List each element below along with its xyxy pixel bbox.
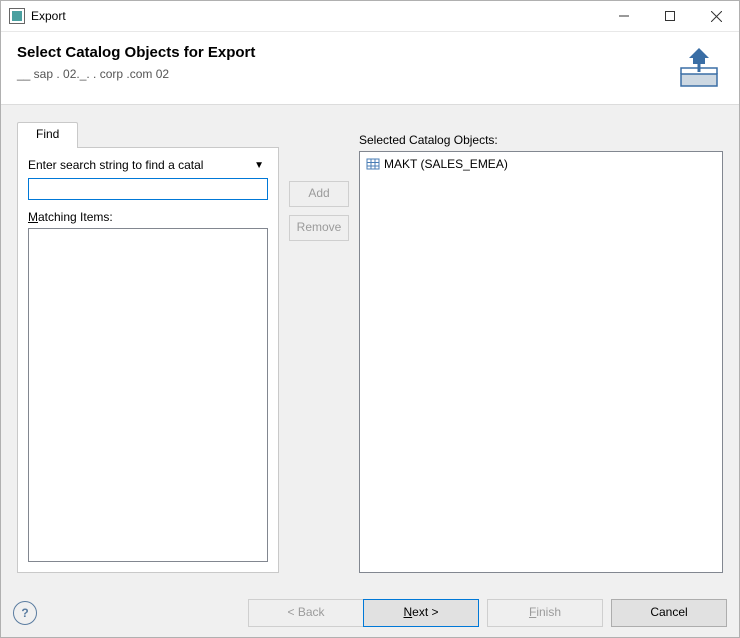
selected-label: Selected Catalog Objects: [359, 121, 723, 151]
chevron-down-icon[interactable]: ▼ [250, 160, 268, 171]
page-subtitle: __ sap . 02._. . corp .com 02 [17, 67, 667, 81]
tab-row: Find [17, 121, 279, 147]
back-button[interactable]: < Back [248, 599, 363, 627]
table-icon [366, 157, 380, 171]
finish-button[interactable]: Finish [487, 599, 603, 627]
cancel-button[interactable]: Cancel [611, 599, 727, 627]
wizard-header: Select Catalog Objects for Export __ sap… [1, 32, 739, 105]
find-column: Find Enter search string to find a catal… [17, 121, 279, 573]
minimize-button[interactable] [601, 1, 647, 31]
app-icon [9, 8, 25, 24]
selected-column: Selected Catalog Objects: MAKT (SALES_EM… [359, 121, 723, 573]
transfer-buttons: Add Remove [289, 121, 349, 573]
wizard-content: Find Enter search string to find a catal… [1, 105, 739, 589]
search-input[interactable] [28, 178, 268, 200]
export-icon [675, 44, 723, 92]
close-button[interactable] [693, 1, 739, 31]
filter-row[interactable]: Enter search string to find a catal ▼ [28, 158, 268, 172]
find-panel: Enter search string to find a catal ▼ Ma… [17, 147, 279, 573]
page-title: Select Catalog Objects for Export [17, 44, 667, 61]
list-item-label: MAKT (SALES_EMEA) [384, 157, 508, 171]
add-button[interactable]: Add [289, 181, 349, 207]
matching-items-list[interactable] [28, 228, 268, 562]
matching-items-label: Matching Items: [28, 210, 268, 224]
tab-find[interactable]: Find [17, 122, 78, 148]
filter-description: Enter search string to find a catal [28, 158, 250, 172]
export-wizard-window: Export Select Catalog Objects for Export… [0, 0, 740, 638]
wizard-buttonbar: ? < Back Next > Finish Cancel [1, 589, 739, 637]
titlebar: Export [1, 1, 739, 32]
window-title: Export [31, 9, 66, 23]
matching-items-mnemonic: M [28, 210, 38, 224]
selected-objects-list[interactable]: MAKT (SALES_EMEA) [359, 151, 723, 573]
next-button[interactable]: Next > [363, 599, 479, 627]
remove-button[interactable]: Remove [289, 215, 349, 241]
maximize-button[interactable] [647, 1, 693, 31]
help-button[interactable]: ? [13, 601, 37, 625]
list-item[interactable]: MAKT (SALES_EMEA) [364, 156, 718, 172]
